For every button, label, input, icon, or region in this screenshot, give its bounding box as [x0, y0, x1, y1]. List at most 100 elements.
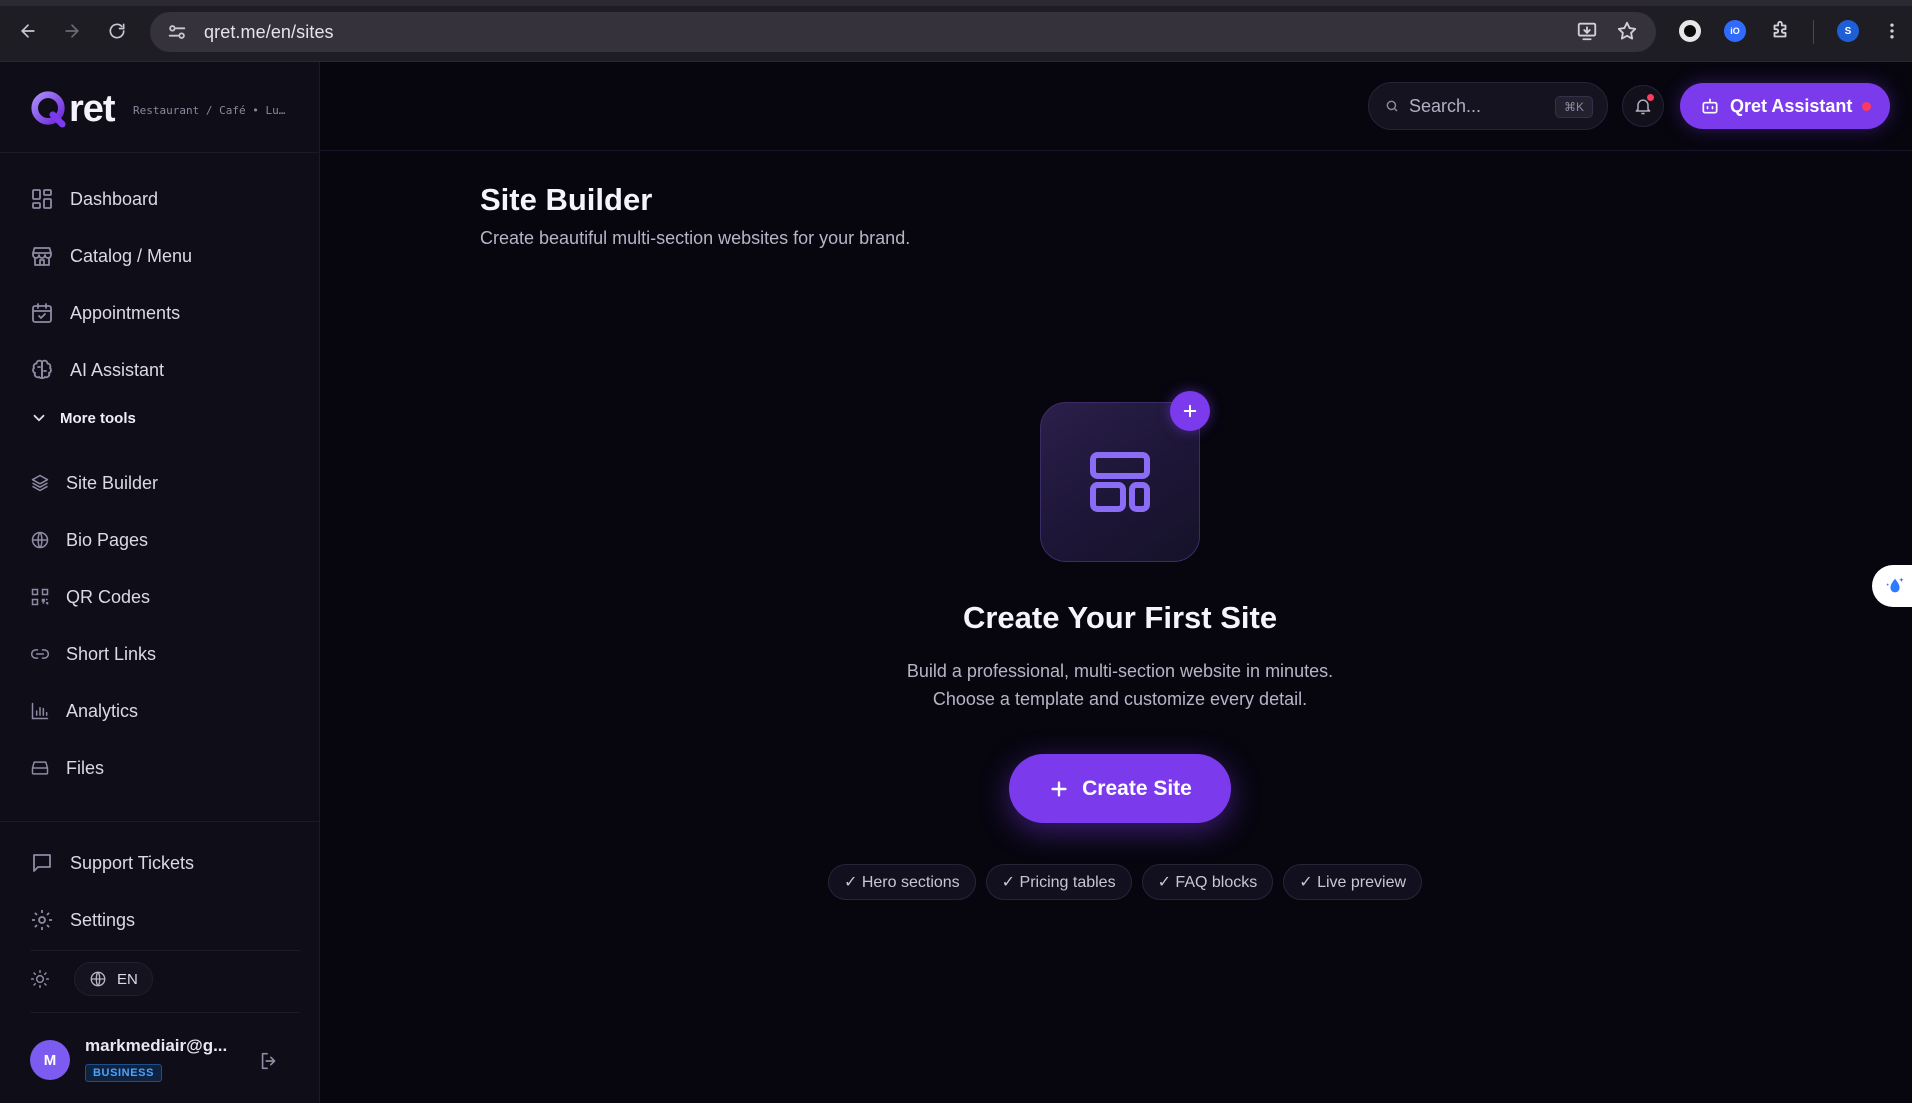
user-email: markmediair@g... — [85, 1036, 228, 1055]
sidebar-item-label: QR Codes — [66, 586, 151, 607]
forward-button[interactable] — [58, 17, 86, 45]
sidebar-item-label: AI Assistant — [70, 359, 165, 380]
sidebar-item-appointments[interactable]: Appointments — [30, 293, 180, 333]
reload-button[interactable] — [103, 17, 131, 45]
sidebar-item-dashboard[interactable]: Dashboard — [30, 179, 158, 219]
qr-code-icon — [31, 588, 49, 606]
browser-menu-button[interactable] — [1878, 17, 1906, 45]
empty-state-description-line: Build a professional, multi-section webs… — [906, 661, 1334, 681]
search-icon — [1386, 100, 1398, 112]
link-icon — [30, 649, 50, 659]
sidebar-item-label: Files — [66, 757, 105, 778]
droplet-sparkle-icon — [1886, 577, 1904, 593]
sidebar-item-label: Catalog / Menu — [70, 245, 193, 266]
brand-tagline: Restaurant / Café • Lu… — [133, 104, 286, 117]
empty-state-description-line: Choose a template and customize every de… — [932, 689, 1308, 709]
feature-chips: ✓ Hero sections ✓ Pricing tables ✓ FAQ b… — [828, 864, 1423, 900]
message-square-icon — [33, 854, 51, 872]
sidebar-item-support-tickets[interactable]: Support Tickets — [30, 843, 194, 883]
plus-icon — [1051, 780, 1067, 797]
layout-template-icon — [1090, 452, 1150, 512]
sidebar-item-label: Support Tickets — [70, 852, 195, 873]
assistant-label: Qret Assistant — [1730, 95, 1853, 116]
toolbar-separator — [1813, 20, 1814, 44]
sidebar-divider — [30, 950, 300, 951]
sidebar-item-settings[interactable]: Settings — [30, 900, 135, 940]
address-bar[interactable]: qret.me/en/sites — [150, 12, 1656, 52]
feature-chip: ✓ Live preview — [1283, 864, 1423, 900]
brain-icon — [32, 359, 52, 379]
empty-state-description: Build a professional, multi-section webs… — [770, 657, 1470, 713]
logout-icon[interactable] — [258, 1050, 280, 1072]
plan-badge: BUSINESS — [85, 1064, 163, 1082]
store-icon — [32, 247, 52, 266]
sidebar-item-ai-assistant[interactable]: AI Assistant — [30, 350, 164, 390]
brand-logo[interactable]: ret — [30, 88, 116, 130]
notifications-button[interactable] — [1622, 85, 1664, 127]
sidebar-item-label: Dashboard — [70, 188, 159, 209]
sidebar-item-analytics[interactable]: Analytics — [30, 691, 138, 731]
empty-state-title: Create Your First Site — [962, 600, 1278, 635]
sidebar-divider — [0, 821, 320, 822]
bar-chart-icon — [31, 702, 49, 720]
chevron-down-icon — [33, 414, 45, 422]
reload-icon — [109, 23, 125, 39]
install-icon — [1577, 22, 1597, 41]
globe-icon — [31, 531, 49, 549]
sidebar-divider — [30, 1012, 300, 1013]
extension-record-icon[interactable] — [1679, 20, 1701, 42]
language-label: EN — [117, 970, 138, 988]
avatar[interactable]: M — [30, 1040, 70, 1080]
sidebar-item-qr-codes[interactable]: QR Codes — [30, 577, 150, 617]
sidebar-item-site-builder[interactable]: Site Builder — [30, 463, 158, 503]
floating-helper-widget[interactable] — [1872, 565, 1912, 607]
sidebar-item-bio-pages[interactable]: Bio Pages — [30, 520, 148, 560]
puzzle-icon — [1773, 20, 1787, 38]
more-tools-label: More tools — [60, 409, 136, 427]
search-box[interactable]: ⌘K — [1368, 82, 1608, 130]
add-badge — [1170, 391, 1210, 431]
sidebar: ret Restaurant / Café • Lu… Dashboard Ca… — [0, 62, 320, 1103]
more-tools-toggle[interactable]: More tools — [30, 409, 136, 427]
sidebar-item-files[interactable]: Files — [30, 748, 104, 788]
sidebar-divider — [0, 152, 320, 153]
page-subtitle: Create beautiful multi-section websites … — [480, 228, 911, 248]
arrow-left-icon — [20, 24, 35, 38]
search-shortcut: ⌘K — [1555, 96, 1593, 118]
sidebar-item-label: Bio Pages — [66, 529, 149, 550]
qret-assistant-button[interactable]: Qret Assistant — [1680, 83, 1890, 129]
notification-dot — [1647, 94, 1654, 101]
sidebar-item-catalog[interactable]: Catalog / Menu — [30, 236, 192, 276]
tab-strip — [0, 0, 1912, 6]
url-text[interactable]: qret.me/en/sites — [204, 22, 334, 43]
extension-io-icon[interactable]: iO — [1724, 20, 1746, 42]
brand-name: ret — [69, 88, 116, 130]
feature-chip: ✓ Pricing tables — [985, 864, 1132, 900]
create-site-label: Create Site — [1082, 776, 1192, 800]
arrow-right-icon — [65, 24, 80, 38]
layers-icon — [31, 474, 49, 492]
sun-icon[interactable] — [30, 969, 50, 989]
profile-avatar[interactable]: S — [1837, 20, 1859, 42]
page-title: Site Builder — [480, 182, 653, 217]
extensions-button[interactable] — [1766, 17, 1794, 45]
site-settings-icon[interactable] — [166, 21, 188, 43]
bookmark-button[interactable] — [1613, 17, 1641, 45]
back-button[interactable] — [14, 17, 42, 45]
sidebar-item-label: Appointments — [70, 302, 181, 323]
more-vertical-icon — [1890, 23, 1894, 39]
feature-chip: ✓ Hero sections — [828, 864, 976, 900]
sidebar-item-short-links[interactable]: Short Links — [30, 634, 156, 674]
dashboard-icon — [32, 189, 52, 209]
drive-icon — [31, 761, 49, 775]
language-selector[interactable]: EN — [74, 962, 153, 996]
user-profile[interactable]: M markmediair@g... BUSINESS — [30, 1028, 290, 1088]
gear-icon — [32, 910, 52, 930]
qret-logo-icon — [31, 91, 66, 128]
create-site-button[interactable]: Create Site — [1009, 754, 1231, 823]
bot-icon — [1702, 98, 1718, 114]
search-input[interactable] — [1409, 95, 1549, 117]
globe-icon — [90, 971, 106, 987]
sidebar-utilities: EN — [30, 962, 153, 996]
install-app-button[interactable] — [1573, 17, 1601, 45]
